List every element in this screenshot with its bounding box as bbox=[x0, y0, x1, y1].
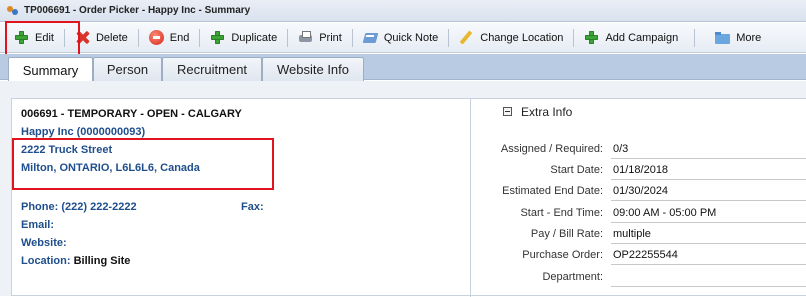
toolbar-separator bbox=[351, 28, 353, 47]
field-label: Department: bbox=[542, 271, 603, 283]
edit-button[interactable]: Edit bbox=[8, 26, 60, 50]
field-value: OP22255544 bbox=[611, 249, 806, 265]
field-start-date: Start Date: 01/18/2018 bbox=[471, 162, 806, 180]
folder-icon bbox=[715, 30, 731, 45]
field-value: 09:00 AM - 05:00 PM bbox=[611, 207, 806, 223]
note-icon bbox=[363, 30, 378, 45]
tab-summary[interactable]: Summary bbox=[8, 57, 93, 82]
toolbar-separator bbox=[448, 28, 450, 47]
toolbar: Edit Delete End Duplicate Print Quick No… bbox=[0, 23, 806, 53]
field-pay-bill-rate: Pay / Bill Rate: multiple bbox=[471, 226, 806, 244]
collapse-icon[interactable] bbox=[503, 107, 512, 116]
field-label: Assigned / Required: bbox=[500, 143, 603, 155]
toolbar-separator bbox=[199, 28, 201, 47]
plus-icon bbox=[210, 30, 225, 45]
change-location-button[interactable]: Change Location bbox=[453, 26, 569, 50]
address-line-2: Milton, ONTARIO, L6L6L6, Canada bbox=[21, 162, 200, 174]
field-assigned-required: Assigned / Required: 0/3 bbox=[471, 141, 806, 159]
print-label: Print bbox=[319, 31, 342, 44]
window-title: TP006691 - Order Picker - Happy Inc - Su… bbox=[24, 5, 251, 16]
duplicate-button[interactable]: Duplicate bbox=[204, 26, 283, 50]
extra-info-section: Extra Info Assigned / Required: 0/3 Star… bbox=[470, 99, 806, 297]
quick-note-button[interactable]: Quick Note bbox=[357, 26, 444, 50]
delete-label: Delete bbox=[95, 31, 128, 44]
field-label: Start - End Time: bbox=[520, 207, 603, 219]
end-button[interactable]: End bbox=[143, 26, 196, 50]
email-label: Email: bbox=[21, 219, 55, 231]
toolbar-separator bbox=[694, 28, 696, 47]
field-label: Estimated End Date: bbox=[502, 185, 603, 197]
field-value: 01/30/2024 bbox=[611, 185, 806, 201]
field-value bbox=[611, 271, 806, 287]
phone-value[interactable]: (222) 222-2222 bbox=[61, 201, 136, 213]
tab-recruitment[interactable]: Recruitment bbox=[162, 57, 262, 81]
window-titlebar: TP006691 - Order Picker - Happy Inc - Su… bbox=[0, 0, 806, 22]
phone-row: Phone: (222) 222-2222 bbox=[21, 201, 137, 213]
stop-icon bbox=[148, 30, 164, 45]
tab-person[interactable]: Person bbox=[93, 57, 162, 81]
more-button[interactable]: More bbox=[709, 26, 767, 50]
tab-bar: Summary Person Recruitment Website Info bbox=[0, 54, 806, 82]
field-start-end-time: Start - End Time: 09:00 AM - 05:00 PM bbox=[471, 205, 806, 223]
extra-info-title: Extra Info bbox=[521, 105, 573, 119]
summary-panel: 006691 - TEMPORARY - OPEN - CALGARY Happ… bbox=[11, 98, 806, 297]
plus-icon bbox=[584, 30, 599, 45]
tab-website-info[interactable]: Website Info bbox=[262, 57, 364, 81]
field-value: 01/18/2018 bbox=[611, 164, 806, 180]
field-department: Department: bbox=[471, 269, 806, 287]
add-campaign-button[interactable]: Add Campaign bbox=[578, 26, 684, 50]
field-value: multiple bbox=[611, 228, 806, 244]
toolbar-separator bbox=[287, 28, 289, 47]
location-row: Location: Billing Site bbox=[21, 255, 130, 267]
duplicate-label: Duplicate bbox=[231, 31, 278, 44]
phone-label: Phone: bbox=[21, 201, 59, 213]
quick-note-label: Quick Note bbox=[383, 31, 439, 44]
location-value: Billing Site bbox=[73, 255, 131, 267]
website-label: Website: bbox=[21, 237, 67, 249]
field-value: 0/3 bbox=[611, 143, 806, 159]
field-label: Purchase Order: bbox=[522, 249, 603, 261]
field-label: Pay / Bill Rate: bbox=[530, 228, 603, 240]
print-button[interactable]: Print bbox=[292, 26, 348, 50]
address-line-1: 2222 Truck Street bbox=[21, 144, 113, 156]
printer-icon bbox=[298, 30, 313, 45]
change-location-label: Change Location bbox=[480, 31, 564, 44]
delete-button[interactable]: Delete bbox=[69, 26, 134, 50]
add-campaign-label: Add Campaign bbox=[605, 31, 679, 44]
end-label: End bbox=[169, 31, 190, 44]
pencil-icon bbox=[459, 30, 474, 45]
field-estimated-end-date: Estimated End Date: 01/30/2024 bbox=[471, 183, 806, 201]
toolbar-separator bbox=[573, 28, 575, 47]
app-icon bbox=[6, 4, 19, 17]
company-link[interactable]: Happy Inc (0000000093) bbox=[21, 126, 145, 138]
toolbar-separator bbox=[137, 28, 139, 47]
field-purchase-order: Purchase Order: OP22255544 bbox=[471, 247, 806, 265]
toolbar-separator bbox=[63, 28, 65, 47]
location-label: Location: bbox=[21, 255, 71, 267]
order-heading: 006691 - TEMPORARY - OPEN - CALGARY bbox=[21, 108, 242, 120]
more-label: More bbox=[736, 31, 762, 44]
delete-x-icon bbox=[75, 30, 90, 45]
order-details: 006691 - TEMPORARY - OPEN - CALGARY Happ… bbox=[12, 99, 470, 297]
edit-label: Edit bbox=[35, 31, 54, 44]
fax-label: Fax: bbox=[241, 201, 264, 213]
plus-icon bbox=[14, 30, 29, 45]
field-label: Start Date: bbox=[550, 164, 603, 176]
